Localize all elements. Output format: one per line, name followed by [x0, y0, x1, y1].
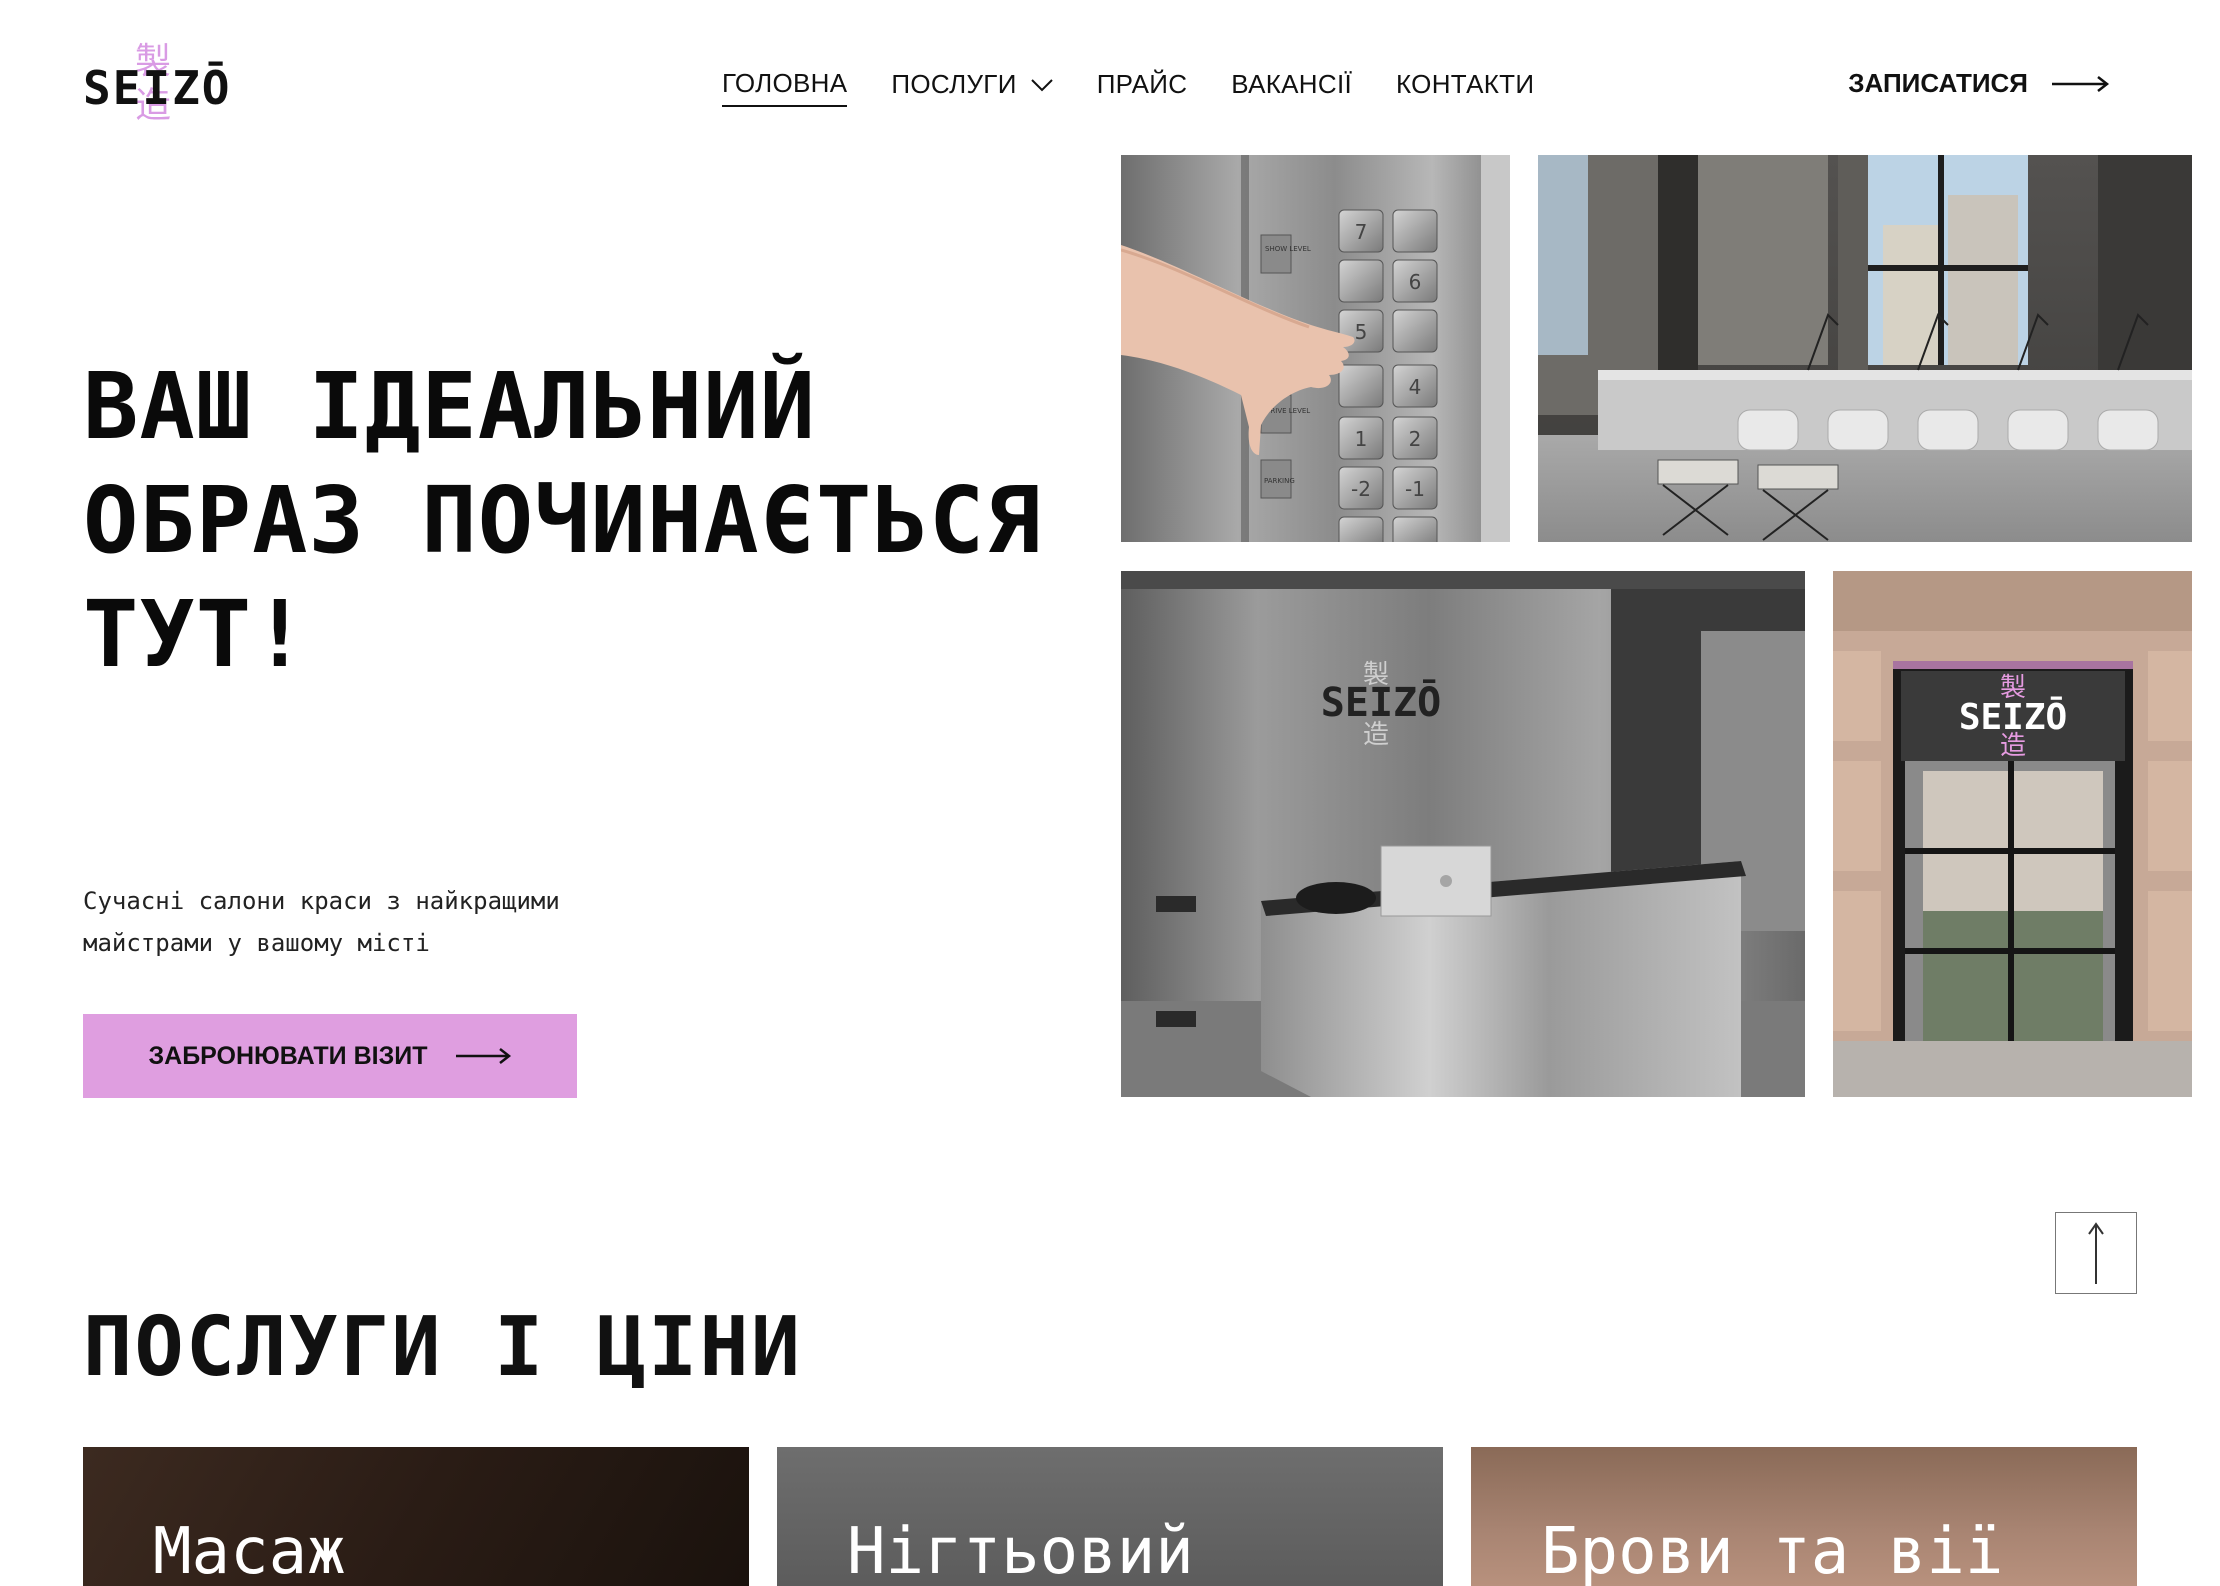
book-visit-label: ЗАБРОНЮВАТИ ВІЗИТ: [148, 1041, 428, 1070]
service-card-massage[interactable]: Масаж: [83, 1447, 749, 1586]
nav-item-vacancies[interactable]: ВАКАНСІЇ: [1231, 69, 1352, 106]
nav-item-contacts[interactable]: КОНТАКТИ: [1396, 69, 1534, 106]
services-title: ПОСЛУГИ І ЦІНИ: [83, 1300, 803, 1395]
elevator-label-show-level: SHOW LEVEL: [1265, 245, 1311, 253]
service-card-label: Масаж: [153, 1515, 346, 1586]
main-nav: ГОЛОВНА ПОСЛУГИ ПРАЙС ВАКАНСІЇ КОНТАКТИ: [722, 68, 1534, 107]
arrow-right-icon: [455, 1048, 511, 1064]
hero-subtitle: Сучасні салони краси з найкращими майстр…: [83, 887, 560, 957]
logo-wordmark: SEIZŌ: [83, 61, 232, 115]
service-card-label: Брови та вії: [1541, 1515, 2004, 1586]
service-card-brows-lashes[interactable]: Брови та вії: [1471, 1447, 2137, 1586]
elevator-label-parking: PARKING: [1264, 477, 1295, 485]
entrance-photo: 製 SEIZŌ 造: [1833, 571, 2192, 1097]
reception-photo: 製 SEIZŌ 造: [1121, 571, 1805, 1097]
elevator-button-minus-2: -2: [1351, 477, 1371, 501]
elevator-button-4: 4: [1409, 375, 1422, 399]
scroll-to-top-button[interactable]: [2055, 1212, 2137, 1294]
elevator-button-minus-1: -1: [1405, 477, 1425, 501]
sign-up-label: ЗАПИСАТИСЯ: [1848, 68, 2028, 98]
salon-interior-photo: [1538, 155, 2192, 542]
entrance-sign-kanji-2: 造: [2000, 731, 2026, 761]
nav-item-services[interactable]: ПОСЛУГИ: [891, 69, 1053, 106]
service-card-nails[interactable]: Нігтьовий: [777, 1447, 1443, 1586]
elevator-panel-photo: SHOW LEVEL DRIVE LEVEL PARKING 7 6 5 4 1…: [1121, 155, 1510, 542]
elevator-button-5: 5: [1355, 320, 1368, 344]
book-visit-button[interactable]: ЗАБРОНЮВАТИ ВІЗИТ: [83, 1014, 577, 1098]
logo[interactable]: 製 造 SEIZŌ: [83, 40, 233, 140]
hero-title: ВАШ ІДЕАЛЬНИЙ ОБРАЗ ПОЧИНАЄТЬСЯ ТУТ!: [83, 353, 1042, 688]
reception-sign-text: SEIZŌ: [1321, 678, 1441, 726]
elevator-button-2: 2: [1409, 427, 1422, 451]
reception-sign-kanji-2: 造: [1363, 720, 1389, 750]
elevator-button-1: 1: [1355, 427, 1368, 451]
elevator-button-6: 6: [1409, 270, 1422, 294]
chevron-down-icon: [1030, 78, 1053, 91]
sign-up-link[interactable]: ЗАПИСАТИСЯ: [1848, 68, 2110, 99]
service-card-label: Нігтьовий: [847, 1515, 1194, 1586]
arrow-up-icon: [2088, 1222, 2104, 1284]
elevator-button-7: 7: [1355, 220, 1368, 244]
nav-item-home[interactable]: ГОЛОВНА: [722, 68, 848, 107]
arrow-right-icon: [2052, 75, 2110, 92]
nav-item-price[interactable]: ПРАЙС: [1097, 69, 1188, 106]
